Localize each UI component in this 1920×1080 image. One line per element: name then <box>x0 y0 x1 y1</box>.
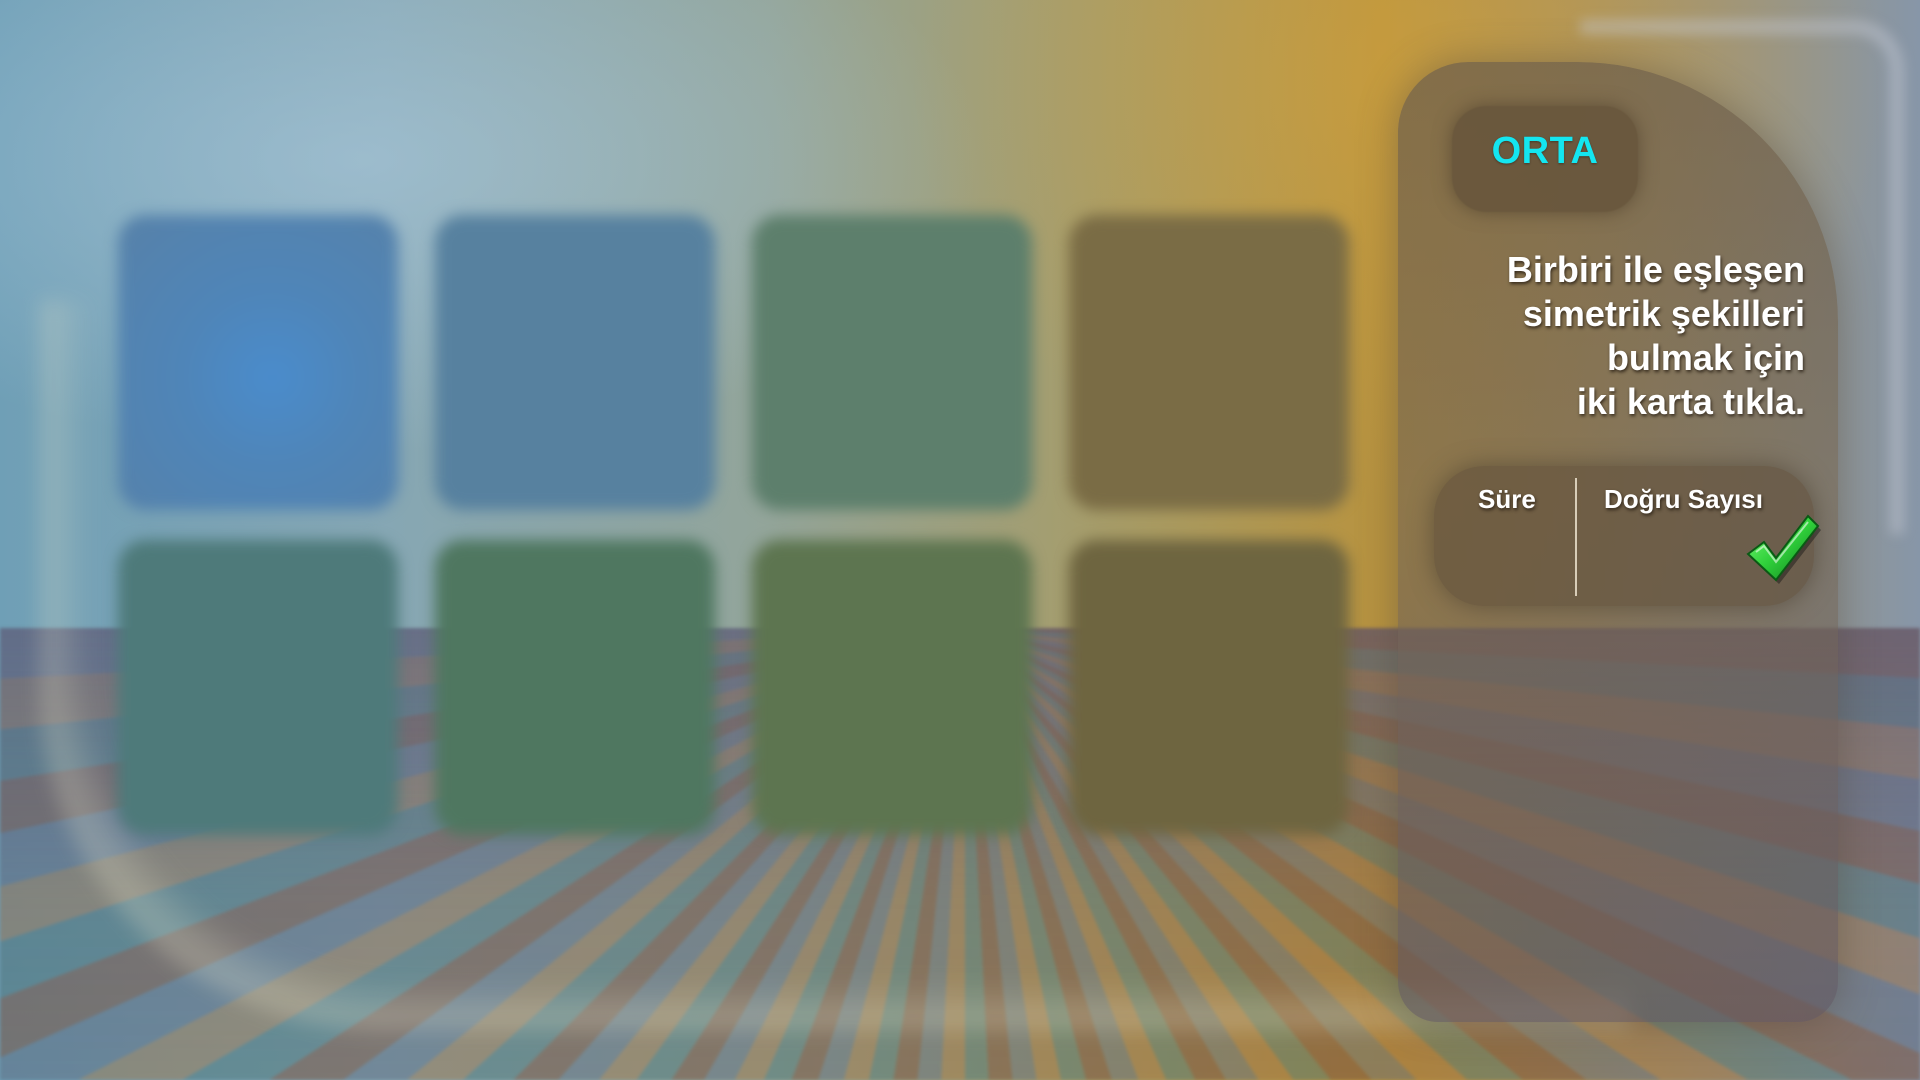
card-slot[interactable] <box>118 540 398 835</box>
instructions-line: Birbiri ile eşleşen <box>1506 249 1805 290</box>
card-slot[interactable] <box>752 540 1032 835</box>
card-board <box>118 215 1349 845</box>
checkmark-icon <box>1746 514 1821 584</box>
time-label: Süre <box>1478 484 1536 514</box>
instructions-text: Birbiri ile eşleşen simetrik şekilleri b… <box>1440 248 1805 424</box>
card-slot[interactable] <box>1069 215 1349 510</box>
instructions-line: iki karta tıkla. <box>1576 381 1805 422</box>
instructions-line: simetrik şekilleri <box>1522 293 1805 334</box>
card-slot[interactable] <box>435 540 715 835</box>
card-slot[interactable] <box>752 215 1032 510</box>
card-slot[interactable] <box>118 215 398 510</box>
card-slot[interactable] <box>435 215 715 510</box>
game-stage: ORTA Birbiri ile eşleşen simetrik şekill… <box>0 0 1920 1080</box>
stats-divider <box>1575 478 1577 596</box>
level-label: ORTA <box>1491 130 1599 172</box>
instructions-line: bulmak için <box>1606 337 1805 378</box>
card-slot[interactable] <box>1069 540 1349 835</box>
